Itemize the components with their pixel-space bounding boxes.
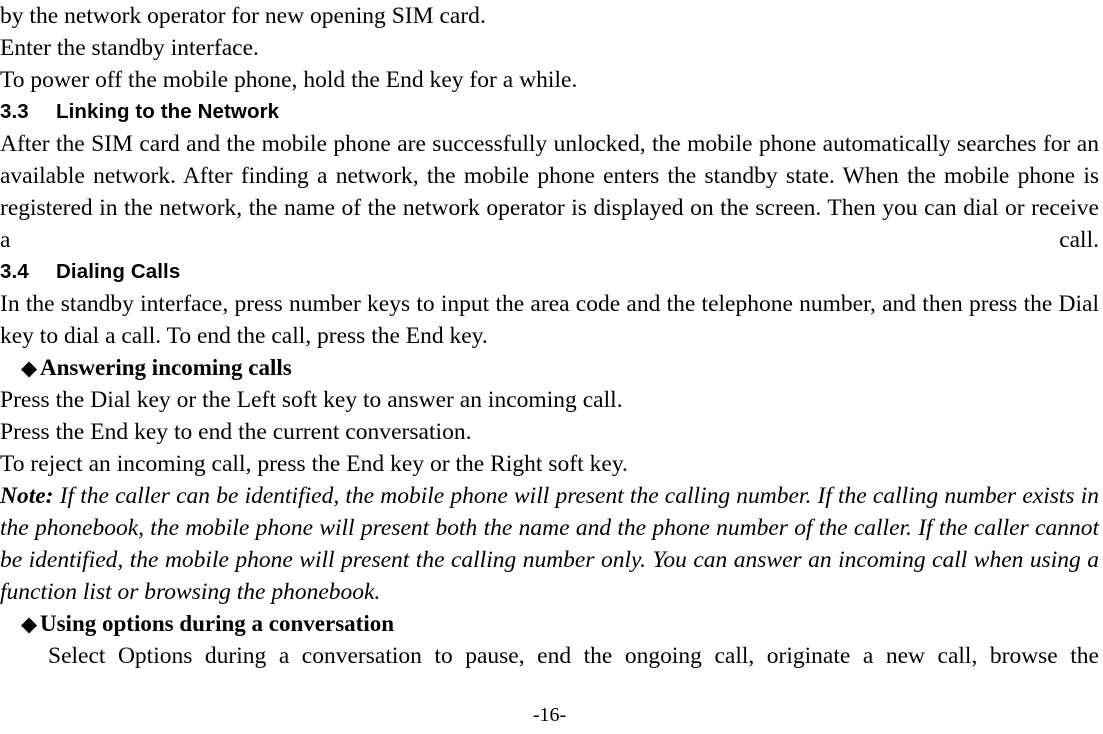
diamond-bullet-icon: ◆ — [21, 356, 38, 380]
intro-line-3: To power off the mobile phone, hold the … — [0, 67, 578, 93]
heading-3-4: 3.4 Dialing Calls — [0, 256, 1099, 288]
note-label: Note: — [0, 483, 54, 509]
paragraph-3-3: After the SIM card and the mobile phone … — [0, 131, 1099, 253]
heading-3-4-number: 3.4 — [0, 260, 29, 283]
bullet-2-heading: Using options during a conversation — [40, 611, 395, 636]
paragraph-3-4: In the standby interface, press number k… — [0, 291, 1099, 349]
intro-line-2: Enter the standby interface. — [0, 35, 259, 61]
note-paragraph: Note: If the caller can be identified, t… — [0, 480, 1099, 608]
page-number: -16- — [532, 704, 567, 726]
bullet-1-line-2: Press the End key to end the current con… — [0, 419, 472, 445]
heading-3-4-title: Dialing Calls — [56, 260, 181, 283]
page-content: by the network operator for new opening … — [0, 0, 1099, 672]
bullet-1-line-1: Press the Dial key or the Left soft key … — [0, 387, 623, 413]
document-page: by the network operator for new opening … — [0, 0, 1103, 734]
diamond-bullet-icon: ◆ — [21, 612, 38, 636]
bullet-1-line-3: To reject an incoming call, press the En… — [0, 451, 628, 477]
intro-line-1: by the network operator for new opening … — [0, 3, 486, 29]
paragraph-bullet-2: Select Options during a conversation to … — [48, 643, 1099, 669]
bullet-1-heading: Answering incoming calls — [40, 355, 292, 380]
bullet-item-using-options-during-conversation: ◆ Using options during a conversation — [0, 608, 1099, 640]
bullet-item-answering-incoming-calls: ◆ Answering incoming calls — [0, 352, 1099, 384]
heading-3-3: 3.3 Linking to the Network — [0, 96, 1099, 128]
heading-3-3-number: 3.3 — [0, 100, 29, 123]
heading-3-3-title: Linking to the Network — [56, 100, 280, 123]
note-text: If the caller can be identified, the mob… — [0, 483, 1099, 605]
